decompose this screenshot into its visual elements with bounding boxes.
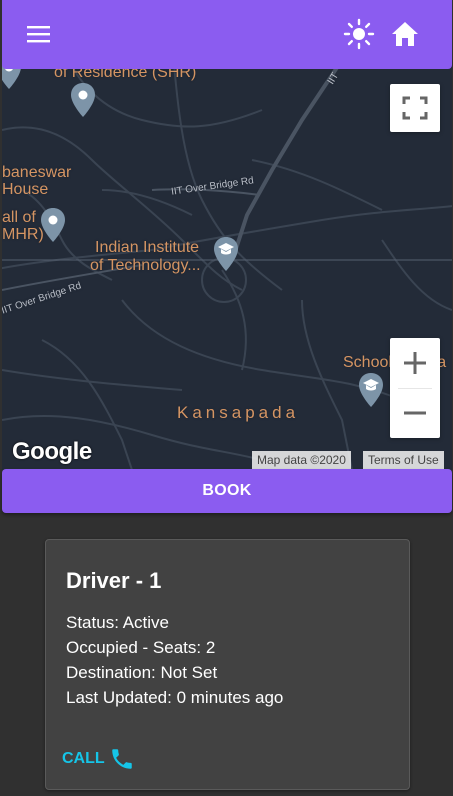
driver-last-updated: Last Updated: 0 minutes ago	[66, 688, 284, 707]
minus-icon	[404, 411, 426, 415]
call-label: CALL	[62, 750, 105, 767]
zoom-control	[390, 338, 440, 438]
book-button[interactable]: BOOK	[2, 469, 452, 513]
map-label-iit-line1: Indian Institute	[95, 239, 200, 256]
fullscreen-icon	[402, 96, 428, 120]
phone-icon	[111, 749, 132, 769]
google-logo: Google	[12, 438, 92, 465]
map-label-house: House	[2, 181, 49, 198]
driver-seats: Occupied - Seats: 2	[66, 638, 216, 657]
map-label-hall-of: all of	[2, 209, 36, 226]
fullscreen-button[interactable]	[390, 84, 440, 132]
menu-icon[interactable]	[26, 24, 52, 46]
home-icon[interactable]	[390, 19, 420, 49]
driver-title: Driver - 1	[66, 568, 162, 593]
plus-icon	[404, 352, 426, 374]
terms-link[interactable]: Terms of Use	[363, 451, 444, 469]
map-pin-icon[interactable]	[40, 207, 66, 243]
map-attribution[interactable]: Map data ©2020	[252, 451, 351, 469]
map-label-bhubaneswar: baneswar	[2, 164, 72, 181]
driver-card: Driver - 1 Status: Active Occupied - Sea…	[45, 539, 410, 790]
zoom-out-button[interactable]	[390, 388, 440, 438]
map-label-iit-line2: of Technology...	[90, 257, 201, 274]
school-pin-icon[interactable]	[213, 236, 239, 272]
school-pin-icon[interactable]	[358, 372, 384, 408]
map-label-kansapada: Kansapada	[177, 403, 300, 422]
driver-destination: Destination: Not Set	[66, 663, 218, 682]
sun-icon[interactable]	[343, 18, 375, 50]
map-pin-icon[interactable]	[70, 82, 96, 118]
app-bar	[2, 0, 452, 69]
map-label-mhr: MHR)	[2, 226, 44, 243]
call-button[interactable]: CALL	[62, 746, 135, 772]
zoom-in-button[interactable]	[390, 338, 440, 388]
map-view[interactable]: of Residence (SHR) baneswar House all of…	[2, 40, 452, 470]
driver-status: Status: Active	[66, 613, 169, 632]
